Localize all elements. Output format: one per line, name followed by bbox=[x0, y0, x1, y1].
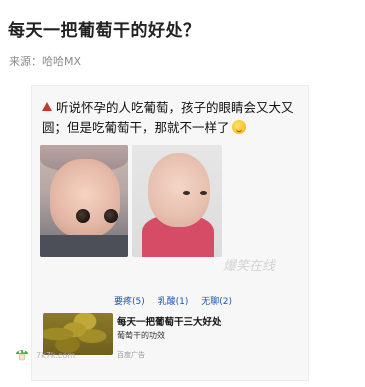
reaction-tags: 要疼(5) 乳酸(1) 无聊(2) bbox=[114, 294, 242, 307]
baby-face bbox=[148, 153, 210, 227]
article-title: 每天一把葡萄干的好处？ bbox=[8, 21, 201, 41]
raisin-ad-image[interactable] bbox=[43, 313, 113, 355]
baby-face bbox=[50, 159, 120, 237]
mushroom-logo-icon bbox=[16, 350, 28, 361]
baby-eye-left bbox=[183, 191, 190, 195]
article-source: 来源：哈哈MX bbox=[9, 55, 82, 68]
tag-link[interactable]: 乳酸(1) bbox=[158, 297, 189, 307]
post-text: 听说怀孕的人吃葡萄，孩子的眼睛会又大又圆；但是吃葡萄干，那就不一样了 bbox=[42, 100, 294, 135]
tag-link[interactable]: 要疼(5) bbox=[114, 297, 145, 307]
tag-link[interactable]: 无聊(2) bbox=[201, 297, 232, 307]
ad-title[interactable]: 每天一把葡萄干三大好处 bbox=[117, 314, 222, 328]
ad-subtitle: 葡萄干的功效 bbox=[117, 331, 165, 340]
warning-icon bbox=[42, 102, 52, 111]
ad-label: 百度广告 bbox=[117, 351, 145, 359]
car-seat-strap bbox=[40, 235, 128, 257]
baby-photo-big-eyes bbox=[40, 145, 128, 257]
image-watermark: 爆笑在线 bbox=[223, 259, 276, 274]
baby-eye-left bbox=[76, 209, 90, 223]
laugh-emoji-icon bbox=[231, 120, 246, 134]
post-text-block: 听说怀孕的人吃葡萄，孩子的眼睛会又大又圆；但是吃葡萄干，那就不一样了 bbox=[42, 98, 294, 138]
baby-eye-right bbox=[104, 209, 118, 223]
site-logo-text: 7k7k.com bbox=[36, 351, 76, 360]
baby-eye-right bbox=[200, 191, 207, 195]
article-page: 每天一把葡萄干的好处？ 来源：哈哈MX 听说怀孕的人吃葡萄，孩子的眼睛会又大又圆… bbox=[0, 0, 365, 387]
baby-photo-small-eyes bbox=[132, 145, 222, 257]
